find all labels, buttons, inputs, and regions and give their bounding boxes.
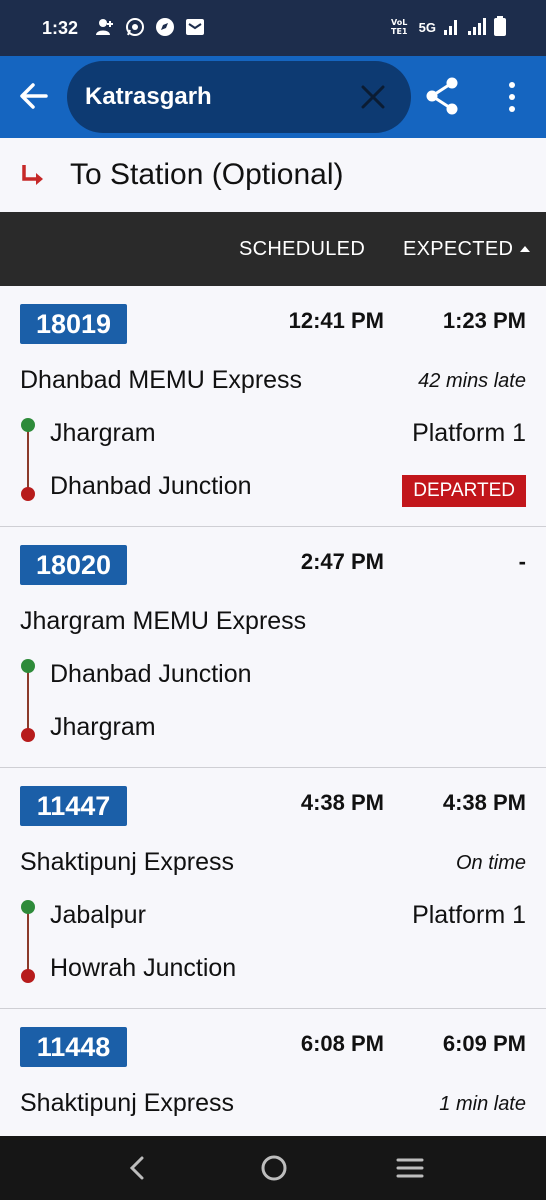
share-icon xyxy=(426,77,458,115)
destination-station: Dhanbad Junction xyxy=(50,472,252,500)
compass-icon xyxy=(154,16,176,38)
signal-icon xyxy=(468,16,486,39)
back-button[interactable] xyxy=(16,78,52,114)
to-station-selector[interactable]: To Station (Optional) xyxy=(0,138,546,212)
scheduled-column-header[interactable]: SCHEDULED xyxy=(239,238,365,261)
5g-signal-icon xyxy=(444,16,460,39)
train-card[interactable]: 18020 2:47 PM - Jhargram MEMU Express Dh… xyxy=(0,527,546,768)
destination-dot-icon xyxy=(21,487,35,501)
status-time: 1:32 xyxy=(42,18,79,38)
origin-station: Jhargram xyxy=(50,419,156,447)
departed-status-badge: DEPARTED xyxy=(402,475,526,507)
status-bar: 1:32 VoL TE1 5G xyxy=(0,0,546,56)
person-add-icon xyxy=(94,16,116,38)
scheduled-time: 2:47 PM xyxy=(300,549,384,574)
system-navigation-bar xyxy=(0,1136,546,1200)
volte-icon: VoL TE1 xyxy=(391,16,411,39)
train-card[interactable]: 11447 4:38 PM 4:38 PM Shaktipunj Express… xyxy=(0,768,546,1009)
train-number-badge: 18020 xyxy=(20,545,127,585)
turn-right-arrow-icon xyxy=(22,165,43,185)
route-line xyxy=(27,424,29,492)
train-card[interactable]: 18019 12:41 PM 1:23 PM Dhanbad MEMU Expr… xyxy=(0,286,546,527)
nav-home-icon xyxy=(261,1155,287,1181)
to-station-label: To Station (Optional) xyxy=(70,158,344,191)
nav-back-icon xyxy=(129,1156,144,1180)
sort-ascending-icon[interactable] xyxy=(520,246,530,252)
battery-icon xyxy=(494,16,506,39)
mail-icon xyxy=(184,16,206,38)
delay-status: 42 mins late xyxy=(418,370,526,392)
more-vert-icon xyxy=(509,82,515,112)
network-type-label: 5G xyxy=(418,20,436,35)
origin-dot-icon xyxy=(21,659,35,673)
expected-column-header[interactable]: EXPECTED xyxy=(403,238,513,261)
column-header: SCHEDULED EXPECTED xyxy=(0,212,546,286)
platform-number: Platform 1 xyxy=(412,901,526,929)
train-name: Jhargram MEMU Express xyxy=(20,607,307,635)
expected-time: 1:23 PM xyxy=(442,308,526,333)
train-name: Shaktipunj Express xyxy=(20,1089,235,1117)
origin-dot-icon xyxy=(21,418,35,432)
origin-station: Dhanbad Junction xyxy=(50,660,252,688)
nav-home-button[interactable] xyxy=(258,1152,290,1184)
delay-status: On time xyxy=(455,852,526,874)
close-icon xyxy=(361,85,385,109)
scheduled-time: 4:38 PM xyxy=(300,790,384,815)
train-number-badge: 18019 xyxy=(20,304,127,344)
train-number-badge: 11447 xyxy=(20,786,127,826)
station-search-input[interactable] xyxy=(85,81,355,113)
nav-recents-icon xyxy=(396,1158,424,1178)
nav-recents-button[interactable] xyxy=(394,1152,426,1184)
delay-status: 1 min late xyxy=(439,1093,526,1115)
scheduled-time: 6:08 PM xyxy=(300,1031,384,1056)
destination-dot-icon xyxy=(21,969,35,983)
clear-search-button[interactable] xyxy=(359,83,387,111)
destination-dot-icon xyxy=(21,728,35,742)
scheduled-time: 12:41 PM xyxy=(288,308,384,333)
station-search-box[interactable] xyxy=(67,61,411,133)
train-name: Shaktipunj Express xyxy=(20,848,235,876)
expected-time: 6:09 PM xyxy=(442,1031,526,1056)
back-arrow-icon xyxy=(20,83,48,109)
origin-station: Jabalpur xyxy=(50,901,146,929)
train-number-badge: 11448 xyxy=(20,1027,127,1067)
route-line xyxy=(27,906,29,974)
expected-time: 4:38 PM xyxy=(442,790,526,815)
svg-text:VoL: VoL xyxy=(391,18,407,27)
app-bar xyxy=(0,56,546,138)
whatsapp-icon xyxy=(124,16,146,38)
system-icons: VoL TE1 5G xyxy=(391,16,506,39)
expected-time: - xyxy=(518,549,526,574)
platform-number: Platform 1 xyxy=(412,419,526,447)
destination-station: Jhargram xyxy=(50,713,156,741)
nav-back-button[interactable] xyxy=(122,1152,154,1184)
destination-station: Howrah Junction xyxy=(50,954,237,982)
route-line xyxy=(27,665,29,733)
svg-text:TE1: TE1 xyxy=(391,27,408,36)
more-options-button[interactable] xyxy=(500,80,524,114)
notification-icons xyxy=(94,16,206,38)
origin-dot-icon xyxy=(21,900,35,914)
train-name: Dhanbad MEMU Express xyxy=(20,366,303,394)
share-button[interactable] xyxy=(424,76,460,116)
